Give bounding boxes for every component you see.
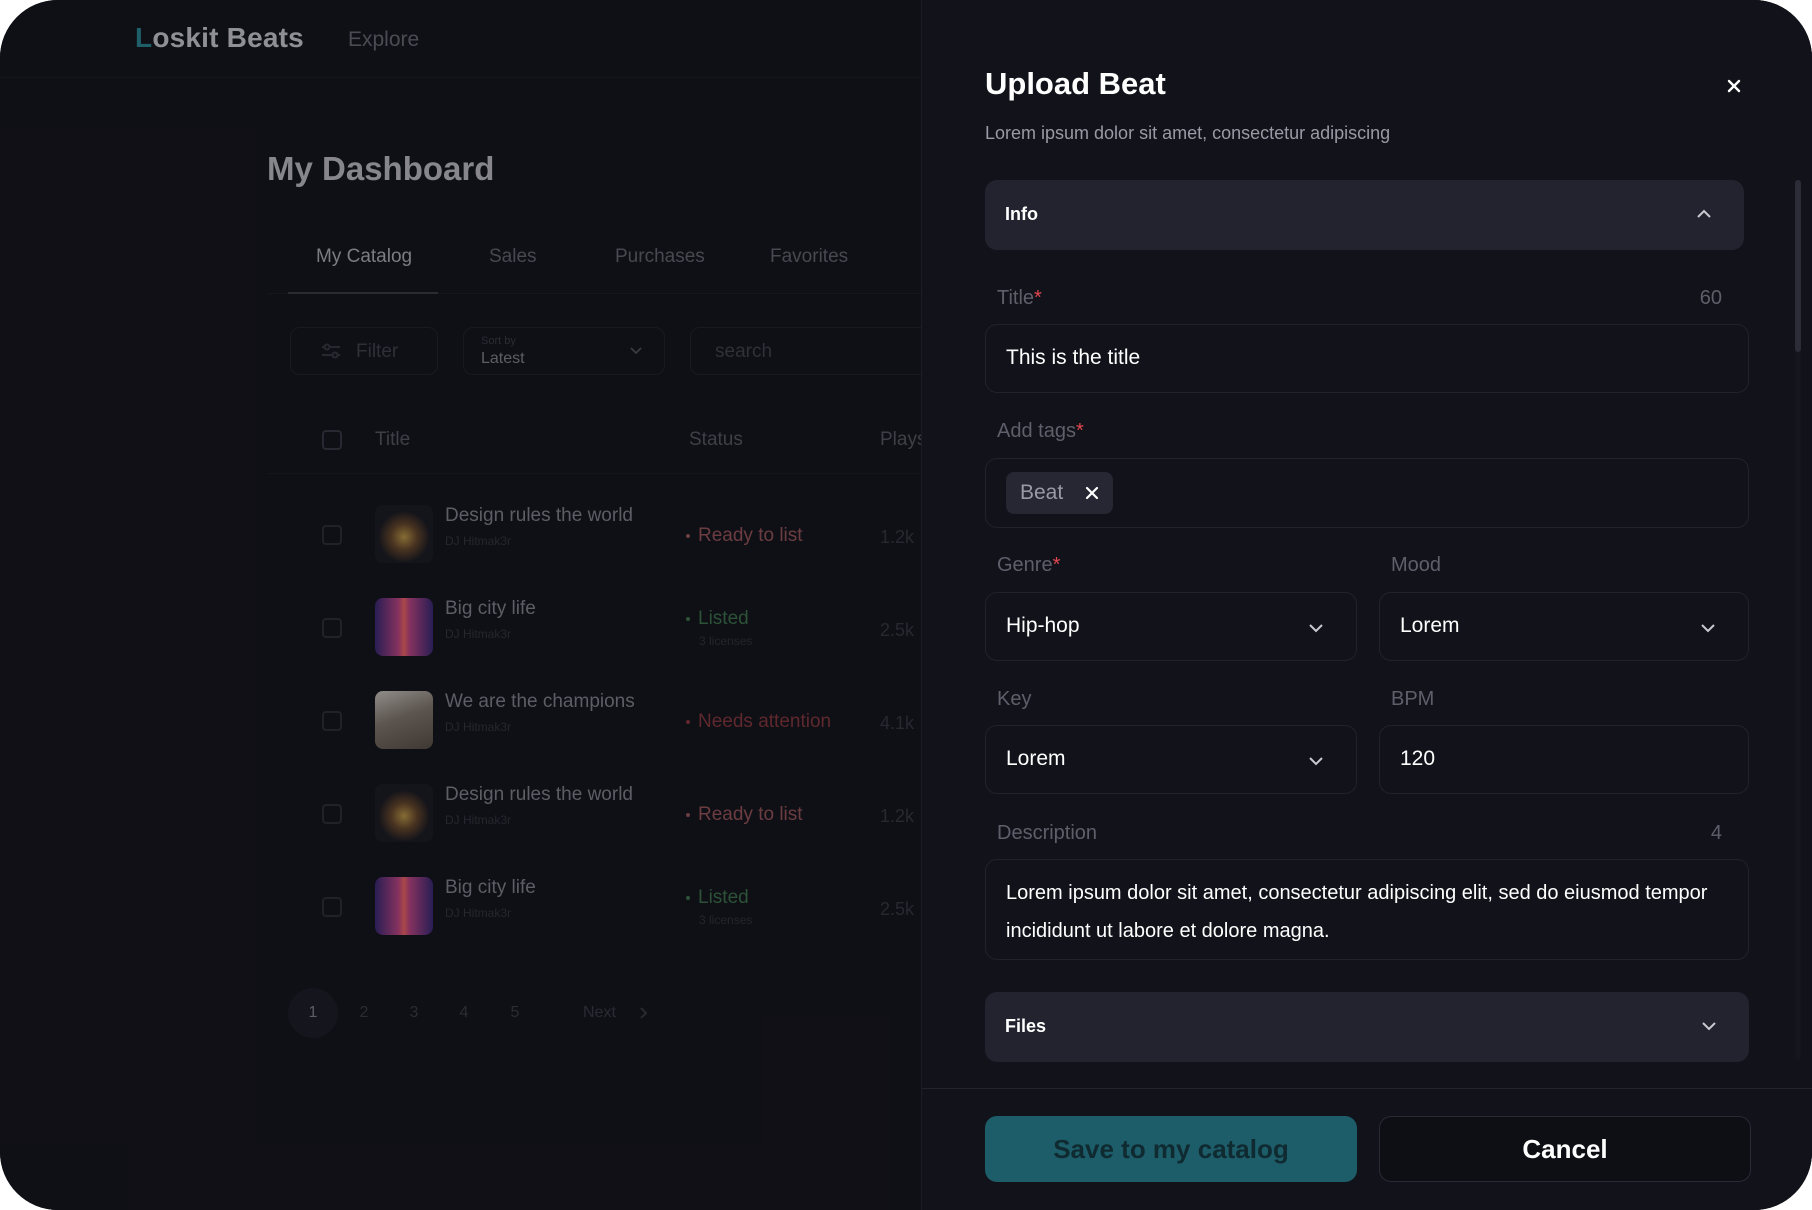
mood-value: Lorem [1400,614,1460,637]
chevron-up-icon [1697,209,1711,218]
bpm-input[interactable]: 120 [1379,725,1749,794]
description-label: Description [997,822,1098,844]
info-section-label: Info [1005,204,1038,224]
footer-divider [922,1088,1812,1089]
info-section-header[interactable]: Info [985,180,1744,250]
files-section-header[interactable]: Files [985,992,1749,1062]
title-value: This is the title [1006,346,1141,369]
description-value: Lorem ipsum dolor sit amet, consectetur … [1006,882,1708,942]
bpm-label: BPM [1391,688,1435,710]
mood-label: Mood [1391,554,1442,576]
drawer-scrollbar[interactable] [1795,180,1801,1060]
scrollbar-thumb[interactable] [1795,180,1801,352]
chevron-down-icon [1702,1022,1716,1031]
app-window: Loskit Beats Explore My Dashboard My Cat… [0,0,1812,1210]
bpm-value: 120 [1400,747,1436,770]
chevron-down-icon [1309,624,1323,633]
tag-label: Beat [1020,481,1064,504]
cancel-button[interactable]: Cancel [1379,1116,1751,1182]
key-select[interactable]: Lorem [985,725,1357,794]
chevron-down-icon [1309,757,1323,766]
key-value: Lorem [1006,747,1066,770]
modal-backdrop[interactable] [0,0,921,1210]
genre-label: Genre* [997,554,1061,576]
drawer-title: Upload Beat [985,66,1166,101]
upload-beat-drawer: Upload Beat Lorem ipsum dolor sit amet, … [921,0,1812,1210]
mood-select[interactable]: Lorem [1379,592,1749,661]
tags-label: Add tags* [997,420,1084,442]
save-to-catalog-button[interactable]: Save to my catalog [985,1116,1357,1182]
description-char-counter: 4 [1710,822,1722,844]
tag-chip: Beat [1006,472,1114,514]
chevron-down-icon [1701,624,1715,633]
description-textarea[interactable]: Lorem ipsum dolor sit amet, consectetur … [985,859,1749,960]
genre-select[interactable]: Hip-hop [985,592,1357,661]
files-section-label: Files [1005,1016,1047,1036]
drawer-subtitle: Lorem ipsum dolor sit amet, consectetur … [985,123,1391,143]
close-icon[interactable] [1722,74,1746,98]
key-label: Key [997,688,1032,710]
title-input[interactable]: This is the title [985,324,1749,393]
title-label: Title* [997,287,1042,309]
title-char-counter: 60 [1699,287,1722,309]
genre-value: Hip-hop [1006,614,1080,637]
tags-input[interactable]: Beat [985,458,1749,528]
remove-tag-icon[interactable] [1085,486,1099,500]
